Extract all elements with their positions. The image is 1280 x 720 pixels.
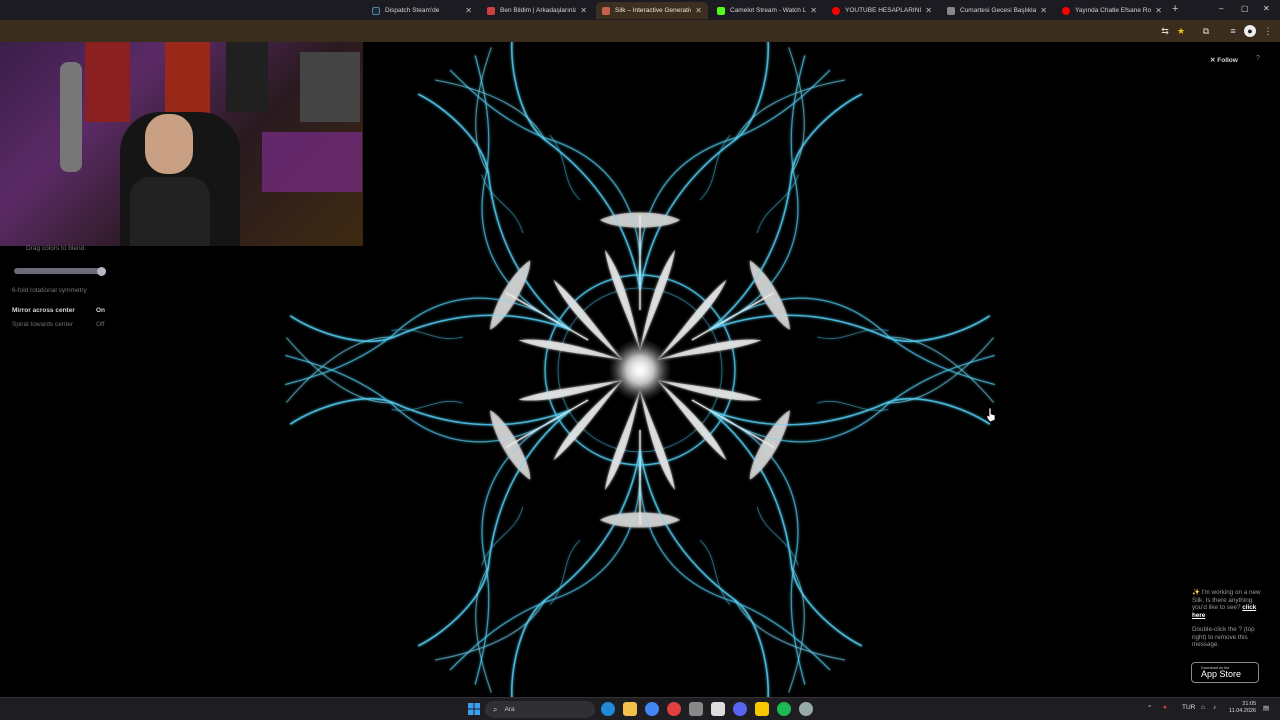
close-tab-icon[interactable]: ✕ — [810, 6, 817, 15]
promo-dismiss-text: Double-click the ? (top right) to remove… — [1192, 626, 1255, 648]
symmetry-slider-knob[interactable] — [97, 267, 107, 276]
app-store-badge[interactable]: Download on the App Store — [1191, 662, 1259, 683]
figure-shelf-image — [300, 52, 360, 122]
microphone-icon[interactable]: ● — [1163, 704, 1167, 711]
banner-image — [85, 42, 130, 122]
tab-camelot[interactable]: Camelot Stream - Watch Live ✕ — [711, 2, 823, 19]
chrome-icon[interactable] — [645, 702, 659, 716]
tab-title: Ben Bildim | Arkadaşlarınla Oy — [500, 7, 577, 14]
generic-favicon-icon — [947, 6, 955, 15]
clock-date: 11.04.2026 — [1229, 708, 1257, 714]
browser-tab-bar: Dispatch Steam'de ✕ Ben Bildim | Arkadaş… — [0, 0, 1280, 20]
tab-silk[interactable]: Silk – Interactive Generative Ar ✕ — [596, 2, 708, 19]
close-tab-icon[interactable]: ✕ — [695, 6, 702, 15]
tab-title: Camelot Stream - Watch Live — [730, 7, 807, 14]
sticky-notes-icon[interactable] — [755, 702, 769, 716]
kick-favicon-icon — [717, 6, 725, 15]
ben-bildim-favicon-icon — [487, 6, 495, 15]
tab-title: YOUTUBE HESAPLARINIZ KAP — [845, 7, 922, 14]
spiral-toggle-label[interactable]: Spiral towards center — [12, 321, 73, 328]
youtube-favicon-icon — [1062, 6, 1070, 15]
browser-toolbar: ⇆ ★ ⧉ ≡ ● ⋮ — [0, 20, 1280, 42]
mirror-toggle-value[interactable]: On — [96, 307, 105, 314]
notification-icon[interactable]: ▤ — [1263, 704, 1269, 712]
symmetry-label: 6-fold rotational symmetry — [12, 287, 87, 294]
tab-title: Dispatch Steam'de — [385, 7, 440, 14]
media-control-icon[interactable]: ≡ — [1227, 25, 1239, 37]
mirror-toggle-label[interactable]: Mirror across center — [12, 307, 75, 314]
steam-favicon-icon — [372, 6, 380, 15]
tab-title: Cumartesi Gecesi Başlıkları — [960, 7, 1037, 14]
language-indicator[interactable]: TUR — [1182, 704, 1195, 711]
notepad-icon[interactable] — [711, 702, 725, 716]
purple-light-image — [262, 132, 362, 192]
silk-page[interactable]: Drag colors to blend. 6-fold rotational … — [0, 42, 1280, 697]
poster-image — [226, 42, 268, 112]
appstore-big-text: App Store — [1201, 669, 1242, 679]
settings-app-icon[interactable] — [689, 702, 703, 716]
close-tab-icon[interactable]: ✕ — [1040, 6, 1047, 15]
banner-image — [165, 42, 210, 117]
file-explorer-icon[interactable] — [623, 702, 637, 716]
close-tab-icon[interactable]: ✕ — [1155, 6, 1162, 15]
microphone-image — [60, 62, 82, 172]
close-tab-icon[interactable]: ✕ — [580, 6, 587, 15]
hand-cursor-icon — [986, 408, 996, 422]
follow-button[interactable]: ✕ Follow — [1210, 56, 1238, 64]
silk-favicon-icon — [602, 6, 610, 15]
windows-start-icon[interactable] — [468, 703, 480, 715]
webcam-overlay — [0, 42, 363, 246]
tab-yayinda[interactable]: Yayında Chatle Efsane Rolepl ✕ — [1056, 2, 1168, 19]
spotify-icon[interactable] — [777, 702, 791, 716]
tab-title: Yayında Chatle Efsane Rolepl — [1075, 7, 1152, 14]
youtube-favicon-icon — [832, 6, 840, 15]
taskbar-search[interactable]: ⌕ Ara — [485, 701, 595, 718]
clock-time: 21:05 — [1242, 701, 1257, 707]
tab-youtube-hesaplar[interactable]: YOUTUBE HESAPLARINIZ KAP ✕ — [826, 2, 938, 19]
taskbar-clock[interactable]: 21:05 11.04.2026 — [1229, 701, 1256, 715]
system-settings-icon[interactable] — [799, 702, 813, 716]
restore-icon[interactable]: ▢ — [1241, 4, 1249, 13]
network-icon[interactable]: ⌂ — [1201, 704, 1205, 711]
spiral-toggle-value[interactable]: Off — [96, 321, 105, 328]
profile-avatar-icon[interactable]: ● — [1244, 25, 1256, 37]
close-tab-icon[interactable]: ✕ — [925, 6, 932, 15]
drag-hint-text: Drag colors to blend. — [26, 245, 86, 252]
tab-cumartesi[interactable]: Cumartesi Gecesi Başlıkları ✕ — [941, 2, 1053, 19]
silk-artwork-canvas[interactable] — [270, 42, 1010, 697]
browser-menu-icon[interactable]: ⋮ — [1262, 25, 1274, 37]
edge-icon[interactable] — [601, 702, 615, 716]
tab-dispatch-steam[interactable]: Dispatch Steam'de ✕ — [366, 2, 478, 19]
tray-expand-icon[interactable]: ⌃ — [1147, 704, 1152, 712]
symmetry-slider-track[interactable] — [14, 268, 106, 274]
window-close-icon[interactable]: ✕ — [1263, 4, 1270, 13]
promo-message: ✨ I'm working on a new Silk. Is there an… — [1192, 589, 1267, 649]
windows-taskbar: ⌕ Ara ⌃ ● TUR ⌂ ♪ 21:05 11.04.2026 ▤ — [0, 697, 1280, 720]
new-tab-button[interactable]: + — [1172, 3, 1178, 15]
app-icon[interactable] — [667, 702, 681, 716]
minimize-icon[interactable]: – — [1219, 4, 1223, 13]
bookmark-star-icon[interactable]: ★ — [1175, 25, 1187, 37]
translate-icon[interactable]: ⇆ — [1159, 25, 1171, 37]
search-label: Ara — [504, 706, 515, 713]
help-button[interactable]: ? — [1256, 55, 1260, 62]
extensions-icon[interactable]: ⧉ — [1200, 25, 1212, 37]
tab-title: Silk – Interactive Generative Ar — [615, 7, 691, 14]
close-tab-icon[interactable]: ✕ — [465, 6, 472, 15]
discord-icon[interactable] — [733, 702, 747, 716]
streamer-body-image — [130, 177, 210, 246]
volume-icon[interactable]: ♪ — [1213, 704, 1216, 711]
search-icon: ⌕ — [493, 704, 498, 714]
tab-ben-bildim[interactable]: Ben Bildim | Arkadaşlarınla Oy ✕ — [481, 2, 593, 19]
streamer-face-image — [145, 114, 193, 174]
